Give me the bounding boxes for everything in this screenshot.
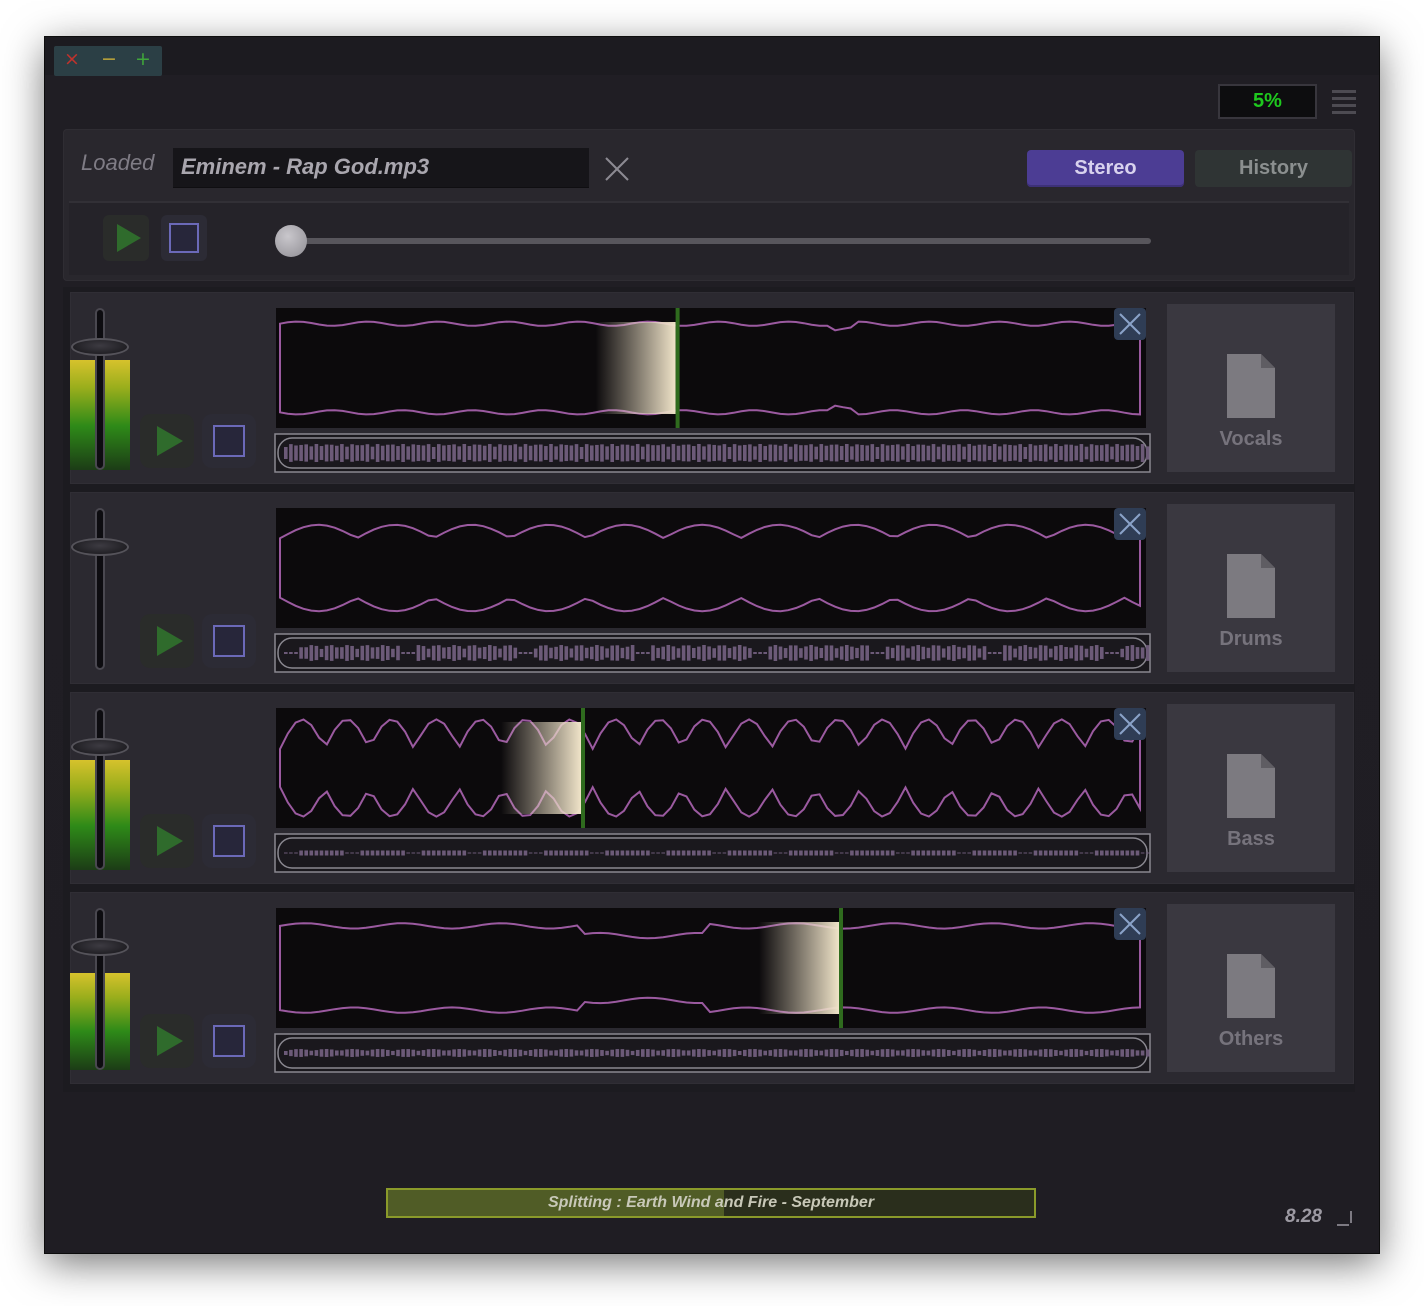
close-icon: [1119, 513, 1141, 535]
close-window-icon[interactable]: ×: [64, 49, 80, 69]
stop-icon: [213, 425, 245, 457]
remove-stem-button[interactable]: [1114, 908, 1146, 940]
tab-stereo[interactable]: Stereo: [1027, 150, 1184, 187]
playhead-highlight: [759, 922, 839, 1014]
stem-label: Bass: [1227, 828, 1275, 850]
stem-export-bass[interactable]: Bass: [1167, 704, 1335, 872]
playhead-highlight: [595, 322, 676, 414]
volume-fader-track[interactable]: [95, 708, 105, 870]
title-bar: × − +: [45, 37, 1379, 76]
play-icon: [157, 1026, 183, 1056]
master-stop-button[interactable]: [161, 215, 207, 261]
track-stop-button[interactable]: [202, 814, 256, 868]
close-icon: [1119, 913, 1141, 935]
close-icon: [1119, 713, 1141, 735]
master-seek-handle[interactable]: [275, 225, 307, 257]
close-icon: [1119, 313, 1141, 335]
stem-label: Others: [1218, 1028, 1284, 1050]
play-icon: [157, 426, 183, 456]
window-controls: × − +: [54, 46, 162, 76]
loaded-filename-field: Eminem - Rap God.mp3: [173, 148, 589, 188]
file-icon: [1227, 754, 1275, 818]
playhead-marker: [581, 708, 585, 828]
play-icon: [117, 224, 141, 252]
remove-stem-button[interactable]: [1114, 308, 1146, 340]
volume-fader-knob[interactable]: [71, 338, 129, 356]
unload-file-icon[interactable]: [603, 155, 631, 183]
track-stop-button[interactable]: [202, 414, 256, 468]
play-icon: [157, 626, 183, 656]
hamburger-menu-icon[interactable]: [1332, 90, 1356, 114]
track-stop-button[interactable]: [202, 614, 256, 668]
stem-tracks: Vocals Drums Bass Others: [63, 287, 1355, 1092]
track-waveform[interactable]: [274, 706, 1151, 874]
volume-fader-track[interactable]: [95, 308, 105, 470]
track-play-button[interactable]: [140, 414, 194, 468]
app-window: × − + 5% Loaded Eminem - Rap God.mp3 Ste…: [45, 37, 1379, 1253]
playhead-marker: [675, 308, 680, 428]
remove-stem-button[interactable]: [1114, 508, 1146, 540]
track-waveform[interactable]: [274, 306, 1151, 474]
minimize-window-icon[interactable]: −: [101, 49, 117, 69]
file-icon: [1227, 354, 1275, 418]
loaded-label: Loaded: [81, 150, 155, 175]
volume-fader-knob[interactable]: [71, 738, 129, 756]
stop-icon: [213, 625, 245, 657]
volume-fader-knob[interactable]: [71, 938, 129, 956]
split-status-text: Splitting : Earth Wind and Fire - Septem…: [547, 1194, 875, 1211]
stem-label: Drums: [1219, 628, 1283, 650]
split-progress-bar: Splitting : Earth Wind and Fire - Septem…: [386, 1188, 1036, 1218]
playhead-highlight: [501, 722, 581, 814]
remove-stem-button[interactable]: [1114, 708, 1146, 740]
master-play-button[interactable]: [103, 215, 149, 261]
volume-fader-track[interactable]: [95, 908, 105, 1070]
loaded-file-panel: Loaded Eminem - Rap God.mp3 Stereo Histo…: [63, 129, 1355, 281]
track-waveform[interactable]: [274, 506, 1151, 674]
stop-icon: [213, 1025, 245, 1057]
track-play-button[interactable]: [140, 814, 194, 868]
stem-export-vocals[interactable]: Vocals: [1167, 304, 1335, 472]
track-bass: Bass: [70, 692, 1354, 884]
stem-export-others[interactable]: Others: [1167, 904, 1335, 1072]
file-icon: [1227, 954, 1275, 1018]
stem-label: Vocals: [1219, 428, 1283, 450]
track-play-button[interactable]: [140, 614, 194, 668]
stop-icon: [169, 223, 199, 253]
track-others: Others: [70, 892, 1354, 1084]
volume-fader-track[interactable]: [95, 508, 105, 670]
volume-fader-knob[interactable]: [71, 538, 129, 556]
track-vocals: Vocals: [70, 292, 1354, 484]
track-drums: Drums: [70, 492, 1354, 684]
version-label: 8.28: [1285, 1206, 1322, 1227]
master-transport: [69, 201, 1349, 275]
stop-icon: [213, 825, 245, 857]
track-stop-button[interactable]: [202, 1014, 256, 1068]
file-icon: [1227, 554, 1275, 618]
playhead-marker: [839, 908, 843, 1028]
play-icon: [157, 826, 183, 856]
maximize-window-icon[interactable]: +: [135, 49, 151, 69]
cpu-usage-indicator: 5%: [1218, 84, 1317, 119]
stem-export-drums[interactable]: Drums: [1167, 504, 1335, 672]
track-play-button[interactable]: [140, 1014, 194, 1068]
track-waveform[interactable]: [274, 906, 1151, 1074]
resize-grip-icon[interactable]: [1335, 1209, 1353, 1227]
tab-history[interactable]: History: [1195, 150, 1352, 187]
master-seek-track[interactable]: [285, 238, 1151, 244]
